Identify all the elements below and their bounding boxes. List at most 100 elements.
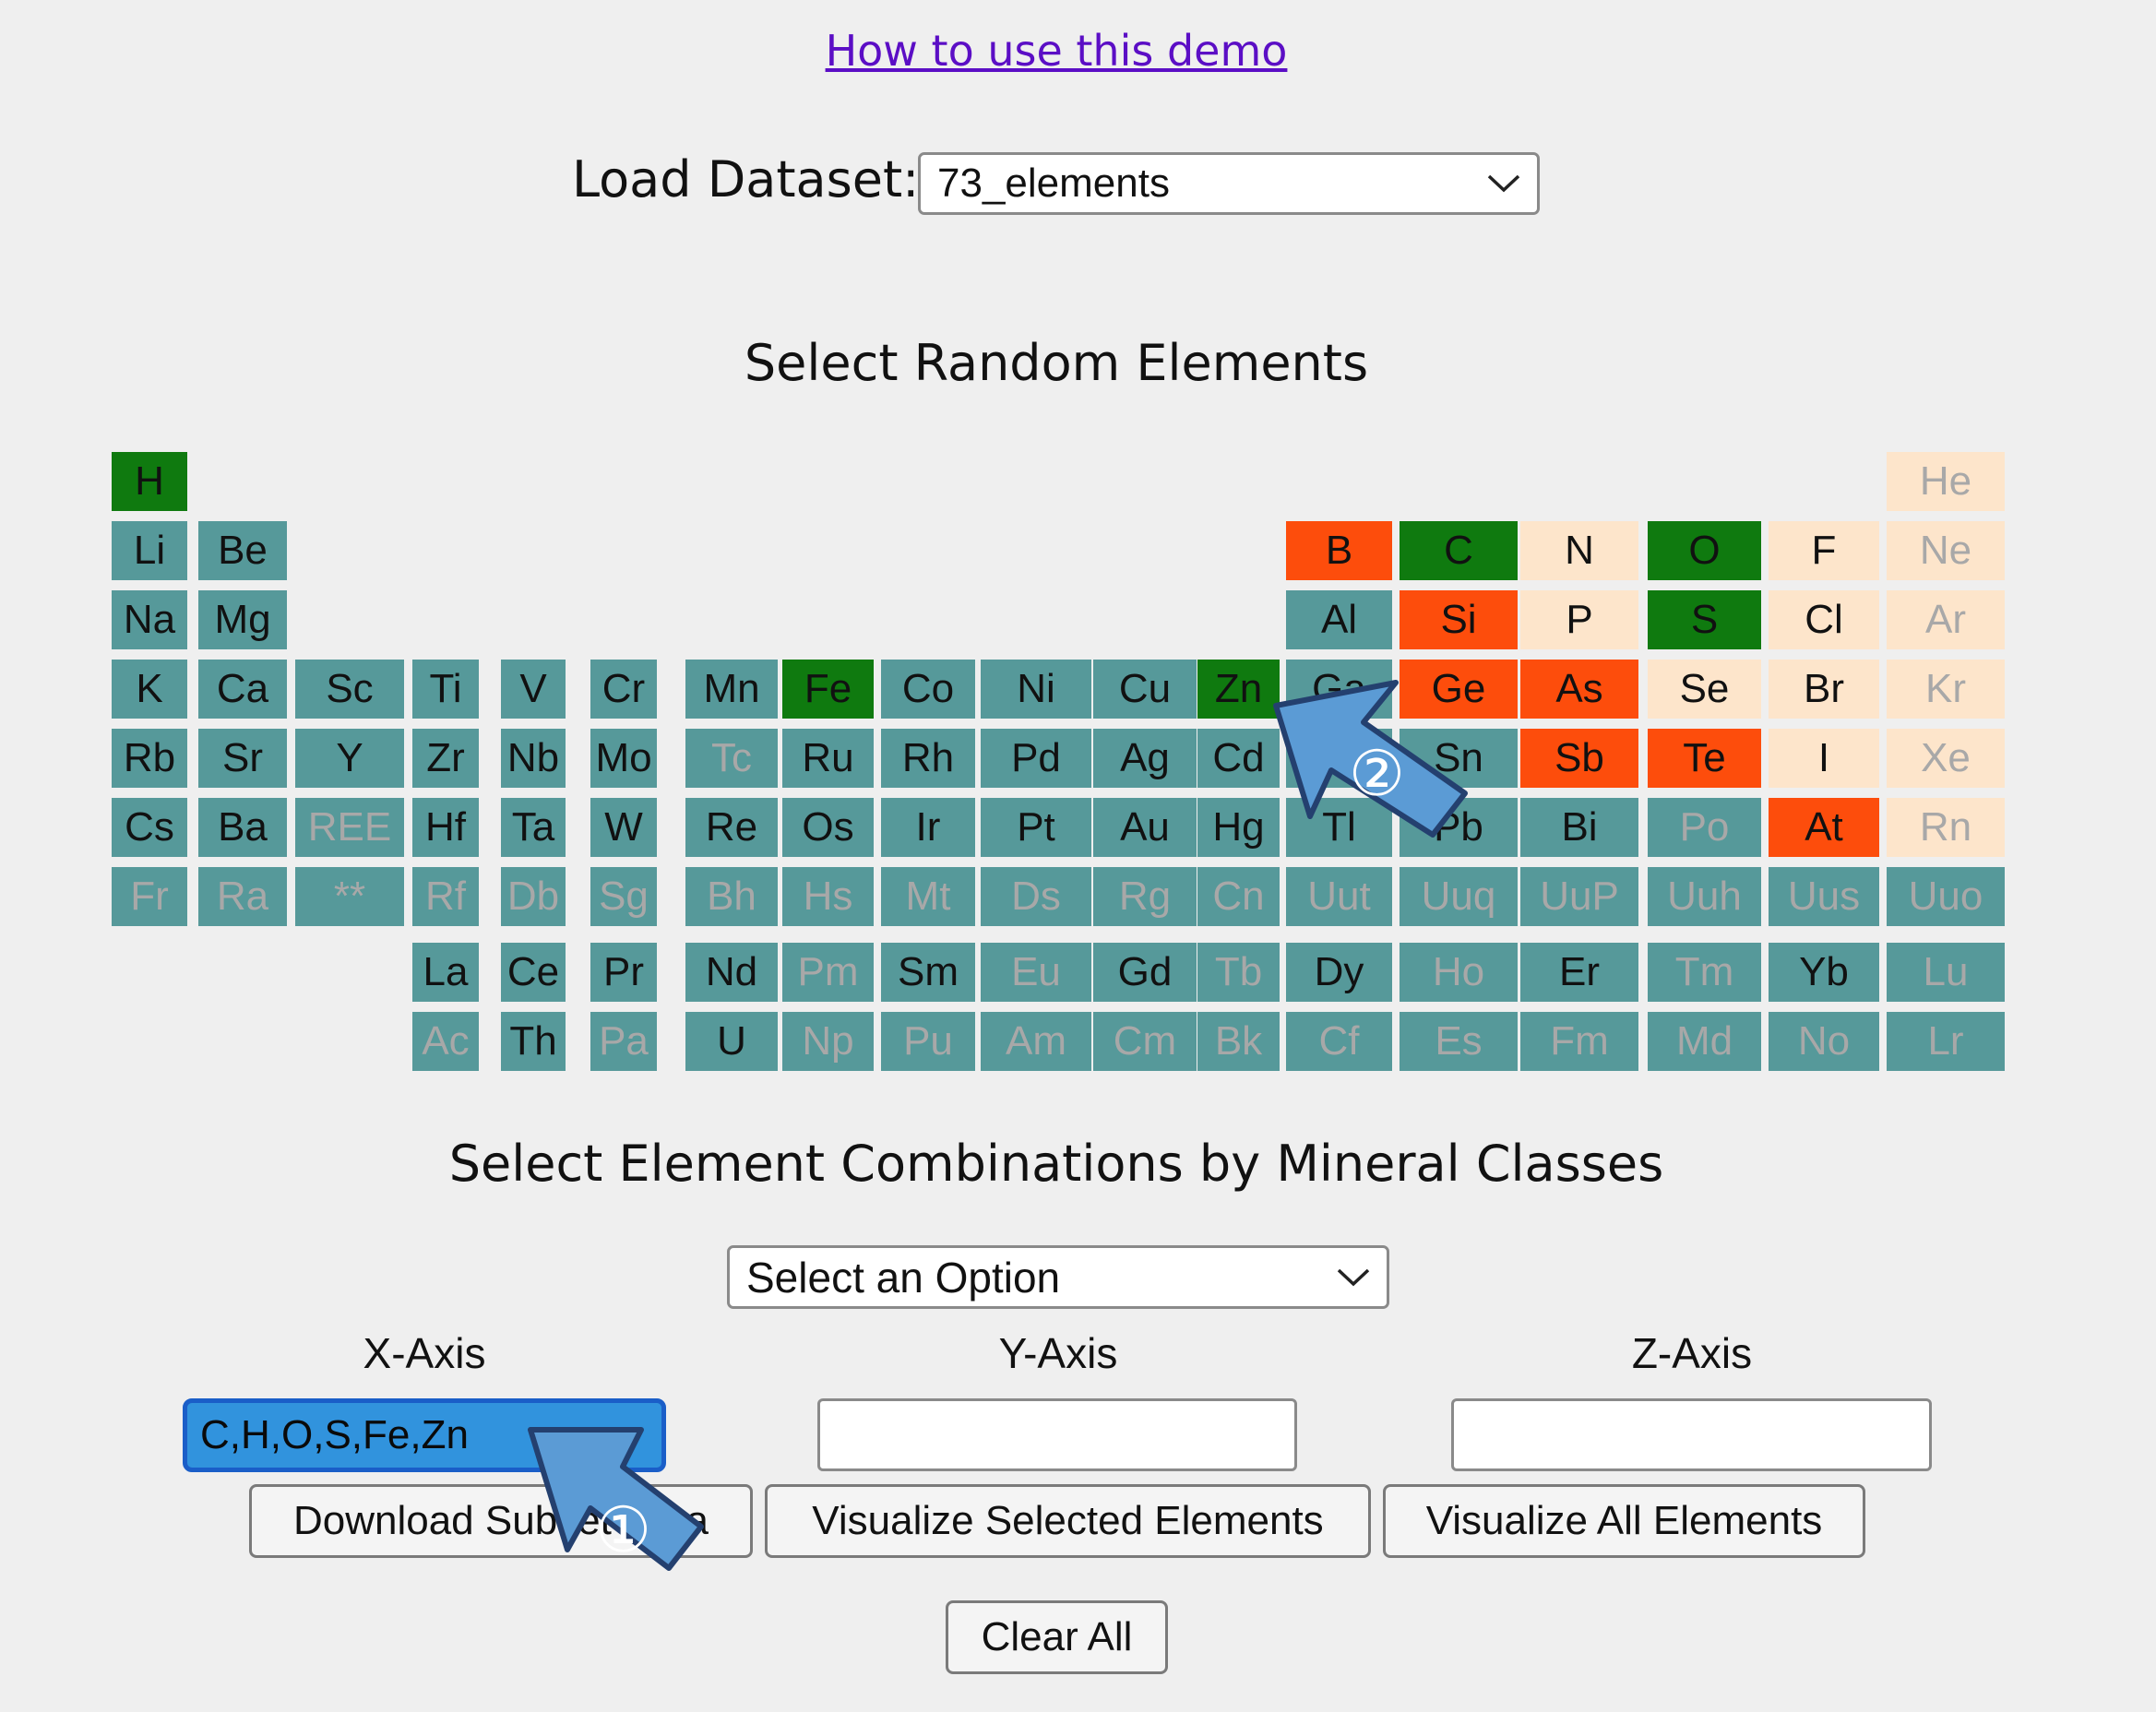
element-si[interactable]: Si bbox=[1400, 590, 1518, 649]
element-fe[interactable]: Fe bbox=[782, 660, 874, 719]
element-k[interactable]: K bbox=[112, 660, 187, 719]
element-am[interactable]: Am bbox=[981, 1012, 1091, 1071]
how-to-use-link[interactable]: How to use this demo bbox=[0, 26, 2113, 76]
element-sb[interactable]: Sb bbox=[1520, 729, 1638, 788]
dataset-select[interactable]: 73_elements bbox=[918, 152, 1540, 215]
element-th[interactable]: Th bbox=[501, 1012, 566, 1071]
element-au[interactable]: Au bbox=[1093, 798, 1197, 857]
element-kr[interactable]: Kr bbox=[1887, 660, 2005, 719]
element-zn[interactable]: Zn bbox=[1197, 660, 1280, 719]
y-axis-input[interactable] bbox=[817, 1398, 1297, 1471]
element-ne[interactable]: Ne bbox=[1887, 521, 2005, 580]
element-te[interactable]: Te bbox=[1648, 729, 1761, 788]
element-sg[interactable]: Sg bbox=[590, 867, 657, 926]
element-ba[interactable]: Ba bbox=[198, 798, 287, 857]
element-po[interactable]: Po bbox=[1648, 798, 1761, 857]
element-ds[interactable]: Ds bbox=[981, 867, 1091, 926]
mineral-class-select[interactable]: Select an Option bbox=[727, 1245, 1389, 1309]
element-no[interactable]: No bbox=[1769, 1012, 1879, 1071]
element-ru[interactable]: Ru bbox=[782, 729, 874, 788]
element-sr[interactable]: Sr bbox=[198, 729, 287, 788]
element-rh[interactable]: Rh bbox=[881, 729, 975, 788]
element-cs[interactable]: Cs bbox=[112, 798, 187, 857]
element-xe[interactable]: Xe bbox=[1887, 729, 2005, 788]
element-c[interactable]: C bbox=[1400, 521, 1518, 580]
element-hs[interactable]: Hs bbox=[782, 867, 874, 926]
element-hf[interactable]: Hf bbox=[412, 798, 479, 857]
element-pt[interactable]: Pt bbox=[981, 798, 1091, 857]
element-nd[interactable]: Nd bbox=[685, 943, 778, 1002]
element-v[interactable]: V bbox=[501, 660, 566, 719]
element-mo[interactable]: Mo bbox=[590, 729, 657, 788]
element-ca[interactable]: Ca bbox=[198, 660, 287, 719]
element-rg[interactable]: Rg bbox=[1093, 867, 1197, 926]
element-mg[interactable]: Mg bbox=[198, 590, 287, 649]
element-uuq[interactable]: Uuq bbox=[1400, 867, 1518, 926]
visualize-selected-button[interactable]: Visualize Selected Elements bbox=[765, 1484, 1371, 1558]
element-ho[interactable]: Ho bbox=[1400, 943, 1518, 1002]
clear-all-button[interactable]: Clear All bbox=[946, 1600, 1168, 1674]
element-ce[interactable]: Ce bbox=[501, 943, 566, 1002]
z-axis-input[interactable] bbox=[1451, 1398, 1932, 1471]
element-es[interactable]: Es bbox=[1400, 1012, 1518, 1071]
element-h[interactable]: H bbox=[112, 452, 187, 511]
element-na[interactable]: Na bbox=[112, 590, 187, 649]
element-at[interactable]: At bbox=[1769, 798, 1879, 857]
element-md[interactable]: Md bbox=[1648, 1012, 1761, 1071]
element-ti[interactable]: Ti bbox=[412, 660, 479, 719]
element-w[interactable]: W bbox=[590, 798, 657, 857]
element-ag[interactable]: Ag bbox=[1093, 729, 1197, 788]
element-uuo[interactable]: Uuo bbox=[1887, 867, 2005, 926]
element-sm[interactable]: Sm bbox=[881, 943, 975, 1002]
element-i[interactable]: I bbox=[1769, 729, 1879, 788]
element-pa[interactable]: Pa bbox=[590, 1012, 657, 1071]
element-bh[interactable]: Bh bbox=[685, 867, 778, 926]
element-b[interactable]: B bbox=[1286, 521, 1392, 580]
element-rb[interactable]: Rb bbox=[112, 729, 187, 788]
element-uup[interactable]: UuP bbox=[1520, 867, 1638, 926]
element-np[interactable]: Np bbox=[782, 1012, 874, 1071]
element-o[interactable]: O bbox=[1648, 521, 1761, 580]
element-lr[interactable]: Lr bbox=[1887, 1012, 2005, 1071]
element-lu[interactable]: Lu bbox=[1887, 943, 2005, 1002]
element-dy[interactable]: Dy bbox=[1286, 943, 1392, 1002]
element-p[interactable]: P bbox=[1520, 590, 1638, 649]
element-rf[interactable]: Rf bbox=[412, 867, 479, 926]
element-al[interactable]: Al bbox=[1286, 590, 1392, 649]
element-er[interactable]: Er bbox=[1520, 943, 1638, 1002]
element-cd[interactable]: Cd bbox=[1197, 729, 1280, 788]
element-bi[interactable]: Bi bbox=[1520, 798, 1638, 857]
element-rn[interactable]: Rn bbox=[1887, 798, 2005, 857]
element-co[interactable]: Co bbox=[881, 660, 975, 719]
element-re[interactable]: Re bbox=[685, 798, 778, 857]
element-s[interactable]: S bbox=[1648, 590, 1761, 649]
element-uuh[interactable]: Uuh bbox=[1648, 867, 1761, 926]
element-hg[interactable]: Hg bbox=[1197, 798, 1280, 857]
element-ar[interactable]: Ar bbox=[1887, 590, 2005, 649]
element-ac[interactable]: Ac bbox=[412, 1012, 479, 1071]
element-gd[interactable]: Gd bbox=[1093, 943, 1197, 1002]
element-ta[interactable]: Ta bbox=[501, 798, 566, 857]
visualize-all-button[interactable]: Visualize All Elements bbox=[1383, 1484, 1865, 1558]
element-zr[interactable]: Zr bbox=[412, 729, 479, 788]
element-uut[interactable]: Uut bbox=[1286, 867, 1392, 926]
element-la[interactable]: La bbox=[412, 943, 479, 1002]
element-se[interactable]: Se bbox=[1648, 660, 1761, 719]
element-br[interactable]: Br bbox=[1769, 660, 1879, 719]
element-cu[interactable]: Cu bbox=[1093, 660, 1197, 719]
element-mn[interactable]: Mn bbox=[685, 660, 778, 719]
element-ree[interactable]: REE bbox=[295, 798, 404, 857]
element-cm[interactable]: Cm bbox=[1093, 1012, 1197, 1071]
element-tm[interactable]: Tm bbox=[1648, 943, 1761, 1002]
element-db[interactable]: Db bbox=[501, 867, 566, 926]
element-cl[interactable]: Cl bbox=[1769, 590, 1879, 649]
element-y[interactable]: Y bbox=[295, 729, 404, 788]
element-be[interactable]: Be bbox=[198, 521, 287, 580]
element-cr[interactable]: Cr bbox=[590, 660, 657, 719]
element-as[interactable]: As bbox=[1520, 660, 1638, 719]
element-tc[interactable]: Tc bbox=[685, 729, 778, 788]
element-tb[interactable]: Tb bbox=[1197, 943, 1280, 1002]
element-cf[interactable]: Cf bbox=[1286, 1012, 1392, 1071]
element-u[interactable]: U bbox=[685, 1012, 778, 1071]
element-cn[interactable]: Cn bbox=[1197, 867, 1280, 926]
